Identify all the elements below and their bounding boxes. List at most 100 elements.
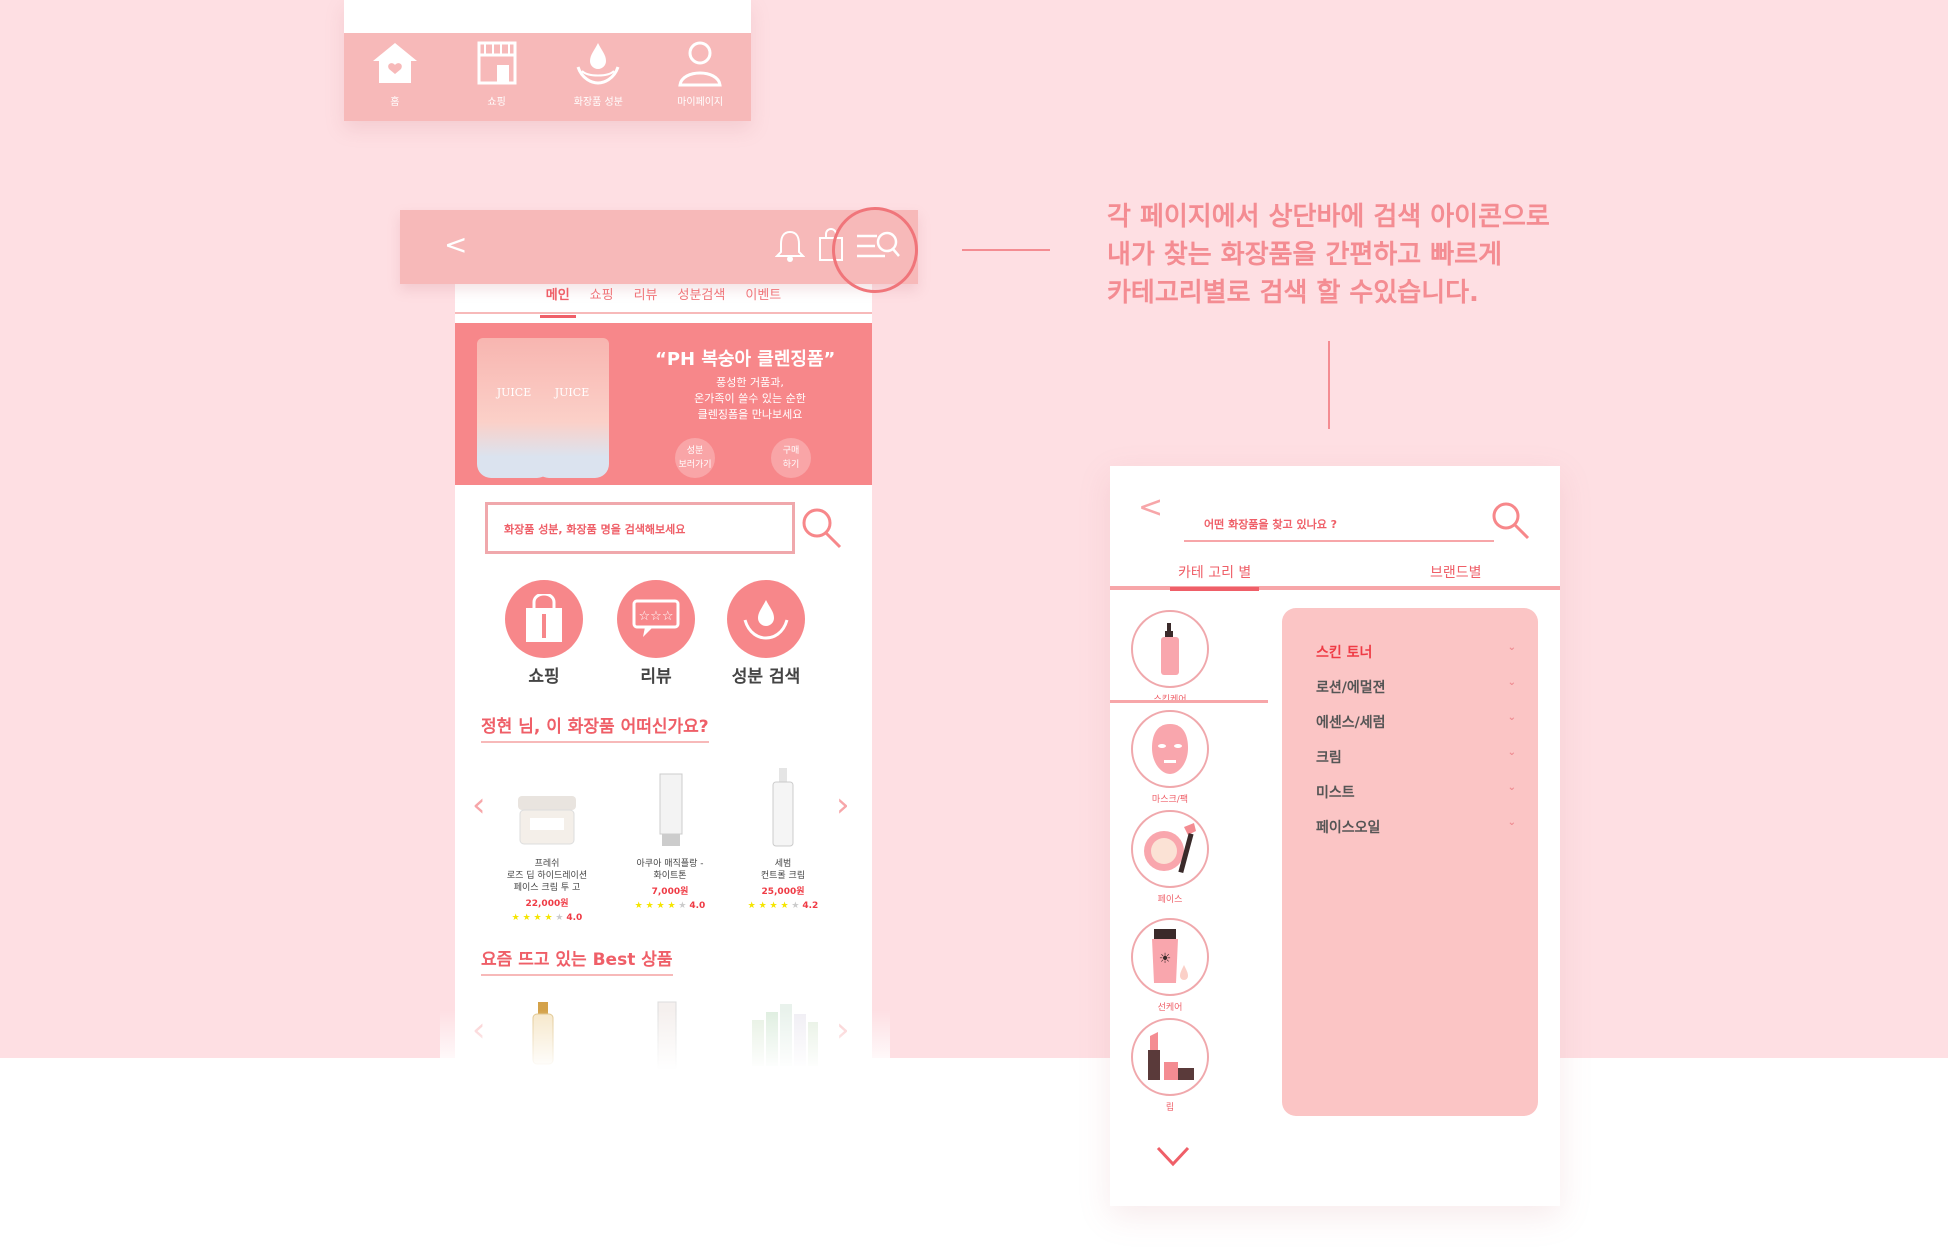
category-shopping[interactable]: 쇼핑: [504, 580, 584, 687]
compact-icon: [1144, 823, 1196, 874]
subcategory-label: 페이스오일: [1316, 820, 1381, 836]
side-category-face[interactable]: 페이스: [1130, 810, 1210, 905]
chevron-down-icon: ⌄: [1507, 712, 1516, 723]
promo-banner[interactable]: JUICE JUICE “PH 복숭아 클렌징폼” 풍성한 거품과, 온가족이 …: [455, 323, 872, 485]
nav-label: 홈: [390, 97, 400, 108]
subcategory-item[interactable]: 스킨 토너 ⌄: [1316, 642, 1516, 662]
bottle-image: [772, 768, 794, 847]
banner-description: 풍성한 거품과, 온가족이 쓸수 있는 순한 클렌징폼을 만나보세요: [670, 375, 830, 423]
product-name: 페이스 크림 투 고: [513, 883, 581, 893]
chevron-down-icon: ⌄: [1507, 782, 1516, 793]
nav-item-home[interactable]: 홈: [350, 39, 440, 108]
nav-label: 쇼핑: [487, 97, 506, 108]
tab-review[interactable]: 리뷰: [624, 284, 668, 312]
tab-main[interactable]: 메인: [536, 284, 580, 318]
subcategory-item[interactable]: 크림 ⌄: [1316, 747, 1516, 767]
search-icon[interactable]: [800, 506, 844, 550]
tab-shopping[interactable]: 쇼핑: [580, 284, 624, 312]
rating-value: 4.0: [566, 913, 583, 923]
recommend-title: 정현 님, 이 화장품 어떠신가요?: [481, 712, 709, 743]
rating-value: 4.0: [689, 901, 706, 911]
best-products-title: 요즘 뜨고 있는 Best 상품: [481, 945, 673, 976]
product-price: 7,000원: [651, 887, 689, 897]
side-category-suncare[interactable]: ☀ 선케어: [1130, 918, 1210, 1013]
btn-text: 성분: [686, 446, 704, 456]
product-image: JUICE: [535, 338, 609, 478]
btn-text: 하기: [782, 460, 800, 470]
category-label: 리뷰: [640, 667, 672, 687]
search-icon-highlight: [832, 207, 918, 293]
subcategory-item[interactable]: 페이스오일 ⌄: [1316, 817, 1516, 837]
back-button[interactable]: <: [1138, 490, 1163, 525]
side-category-label: 마스크/팩: [1151, 795, 1189, 805]
product-name: 세범: [774, 859, 792, 869]
subcategory-label: 미스트: [1316, 785, 1355, 801]
side-category-skincare[interactable]: 스킨케어: [1130, 610, 1210, 705]
side-category-label: 페이스: [1157, 895, 1183, 905]
btn-text: 구매: [782, 446, 800, 456]
search-tabs: 카테 고리 별 브랜드별: [1110, 562, 1560, 591]
side-category-label: 스킨케어: [1130, 692, 1210, 705]
shopping-bag-icon: [526, 594, 562, 642]
back-button[interactable]: <: [444, 228, 467, 261]
category-label: 쇼핑: [528, 667, 560, 687]
connector-line: [962, 249, 1050, 251]
product-card[interactable]: 아쿠아 매직플랑 - 화이트톤 7,000원 ★ ★ ★ ★ ★ 4.0: [615, 760, 725, 911]
subcategory-label: 에센스/세럼: [1316, 715, 1386, 731]
background: [0, 0, 1948, 1058]
skincare-bottle-icon: [1161, 623, 1179, 675]
category-label: 성분 검색: [731, 667, 801, 687]
ingredient-icon: [743, 600, 789, 640]
tab-brand[interactable]: 브랜드별: [1430, 562, 1482, 582]
subcategory-label: 크림: [1316, 750, 1342, 766]
product-rating: ★ ★ ★ ★ ★ 4.0: [511, 913, 583, 923]
cream-jar-image: [518, 796, 576, 845]
main-tabs: 메인 쇼핑 리뷰 성분검색 이벤트: [455, 284, 872, 318]
carousel-next-arrow[interactable]: ›: [836, 785, 850, 825]
search-input[interactable]: 어떤 화장품을 찾고 있나요 ?: [1184, 506, 1494, 542]
subcategory-item[interactable]: 로션/에멀젼 ⌄: [1316, 677, 1516, 697]
subcategory-label: 스킨 토너: [1316, 645, 1373, 661]
tab-event[interactable]: 이벤트: [735, 284, 791, 312]
product-price: 22,000원: [525, 899, 569, 909]
product-rating: ★ ★ ★ ★ ★ 4.2: [747, 901, 819, 911]
annotation-line: 카테고리별로 검색 할 수있습니다.: [1107, 278, 1479, 308]
connector-line: [1328, 341, 1330, 429]
nav-item-ingredient[interactable]: 화장품 성분: [553, 39, 643, 108]
product-name: 화이트톤: [653, 871, 687, 881]
search-input[interactable]: 화장품 성분, 화장품 명을 검색해보세요: [485, 502, 795, 554]
phone-fragment-top: 홈 쇼핑 화장품 성분 마이페이지: [344, 0, 751, 121]
tab-category[interactable]: 카테 고리 별: [1169, 562, 1260, 591]
category-ingredient-search[interactable]: 성분 검색: [726, 580, 806, 687]
nav-item-shop[interactable]: 쇼핑: [452, 39, 542, 108]
chevron-down-icon: ⌄: [1507, 677, 1516, 688]
search-screen: < 어떤 화장품을 찾고 있나요 ? 카테 고리 별 브랜드별 스킨케어 마스크…: [1110, 466, 1560, 1206]
tube-label: JUICE: [554, 386, 590, 399]
carousel-prev-arrow[interactable]: ‹: [472, 785, 486, 825]
fade-overlay: [440, 1010, 890, 1070]
review-icon: ☆☆☆: [632, 599, 680, 637]
subcategory-item[interactable]: 미스트 ⌄: [1316, 782, 1516, 802]
product-card[interactable]: 프레쉬 로즈 딥 하이드레이션 페이스 크림 투 고 22,000원 ★ ★ ★ ★…: [492, 760, 602, 923]
search-icon[interactable]: [1490, 500, 1532, 542]
category-review[interactable]: ☆☆☆ 리뷰: [616, 580, 696, 687]
btn-text: 보러가기: [678, 460, 712, 470]
side-category-mask[interactable]: 마스크/팩: [1130, 710, 1210, 805]
side-category-lip[interactable]: 립: [1130, 1018, 1210, 1113]
view-ingredients-button[interactable]: 성분 보러가기: [675, 438, 715, 478]
nav-item-mypage[interactable]: 마이페이지: [655, 39, 745, 108]
chevron-down-icon[interactable]: [1156, 1144, 1190, 1168]
side-category-underline: [1110, 700, 1268, 703]
subcategory-item[interactable]: 에센스/세럼 ⌄: [1316, 712, 1516, 732]
tab-ingredient-search[interactable]: 성분검색: [668, 284, 736, 312]
rating-value: 4.2: [802, 901, 819, 911]
user-icon: [678, 41, 722, 87]
product-rating: ★ ★ ★ ★ ★ 4.0: [634, 901, 706, 911]
buy-button[interactable]: 구매 하기: [771, 438, 811, 478]
product-card[interactable]: 세범 컨트롤 크림 25,000원 ★ ★ ★ ★ ★ 4.2: [728, 760, 838, 911]
banner-desc-line: 클렌징폼을 만나보세요: [697, 408, 803, 421]
side-category-label: 선케어: [1157, 1003, 1183, 1013]
annotation-line: 내가 찾는 화장품을 간편하고 빠르게: [1107, 240, 1503, 270]
bell-icon[interactable]: [775, 228, 805, 262]
product-name: 아쿠아 매직플랑 -: [636, 859, 704, 869]
